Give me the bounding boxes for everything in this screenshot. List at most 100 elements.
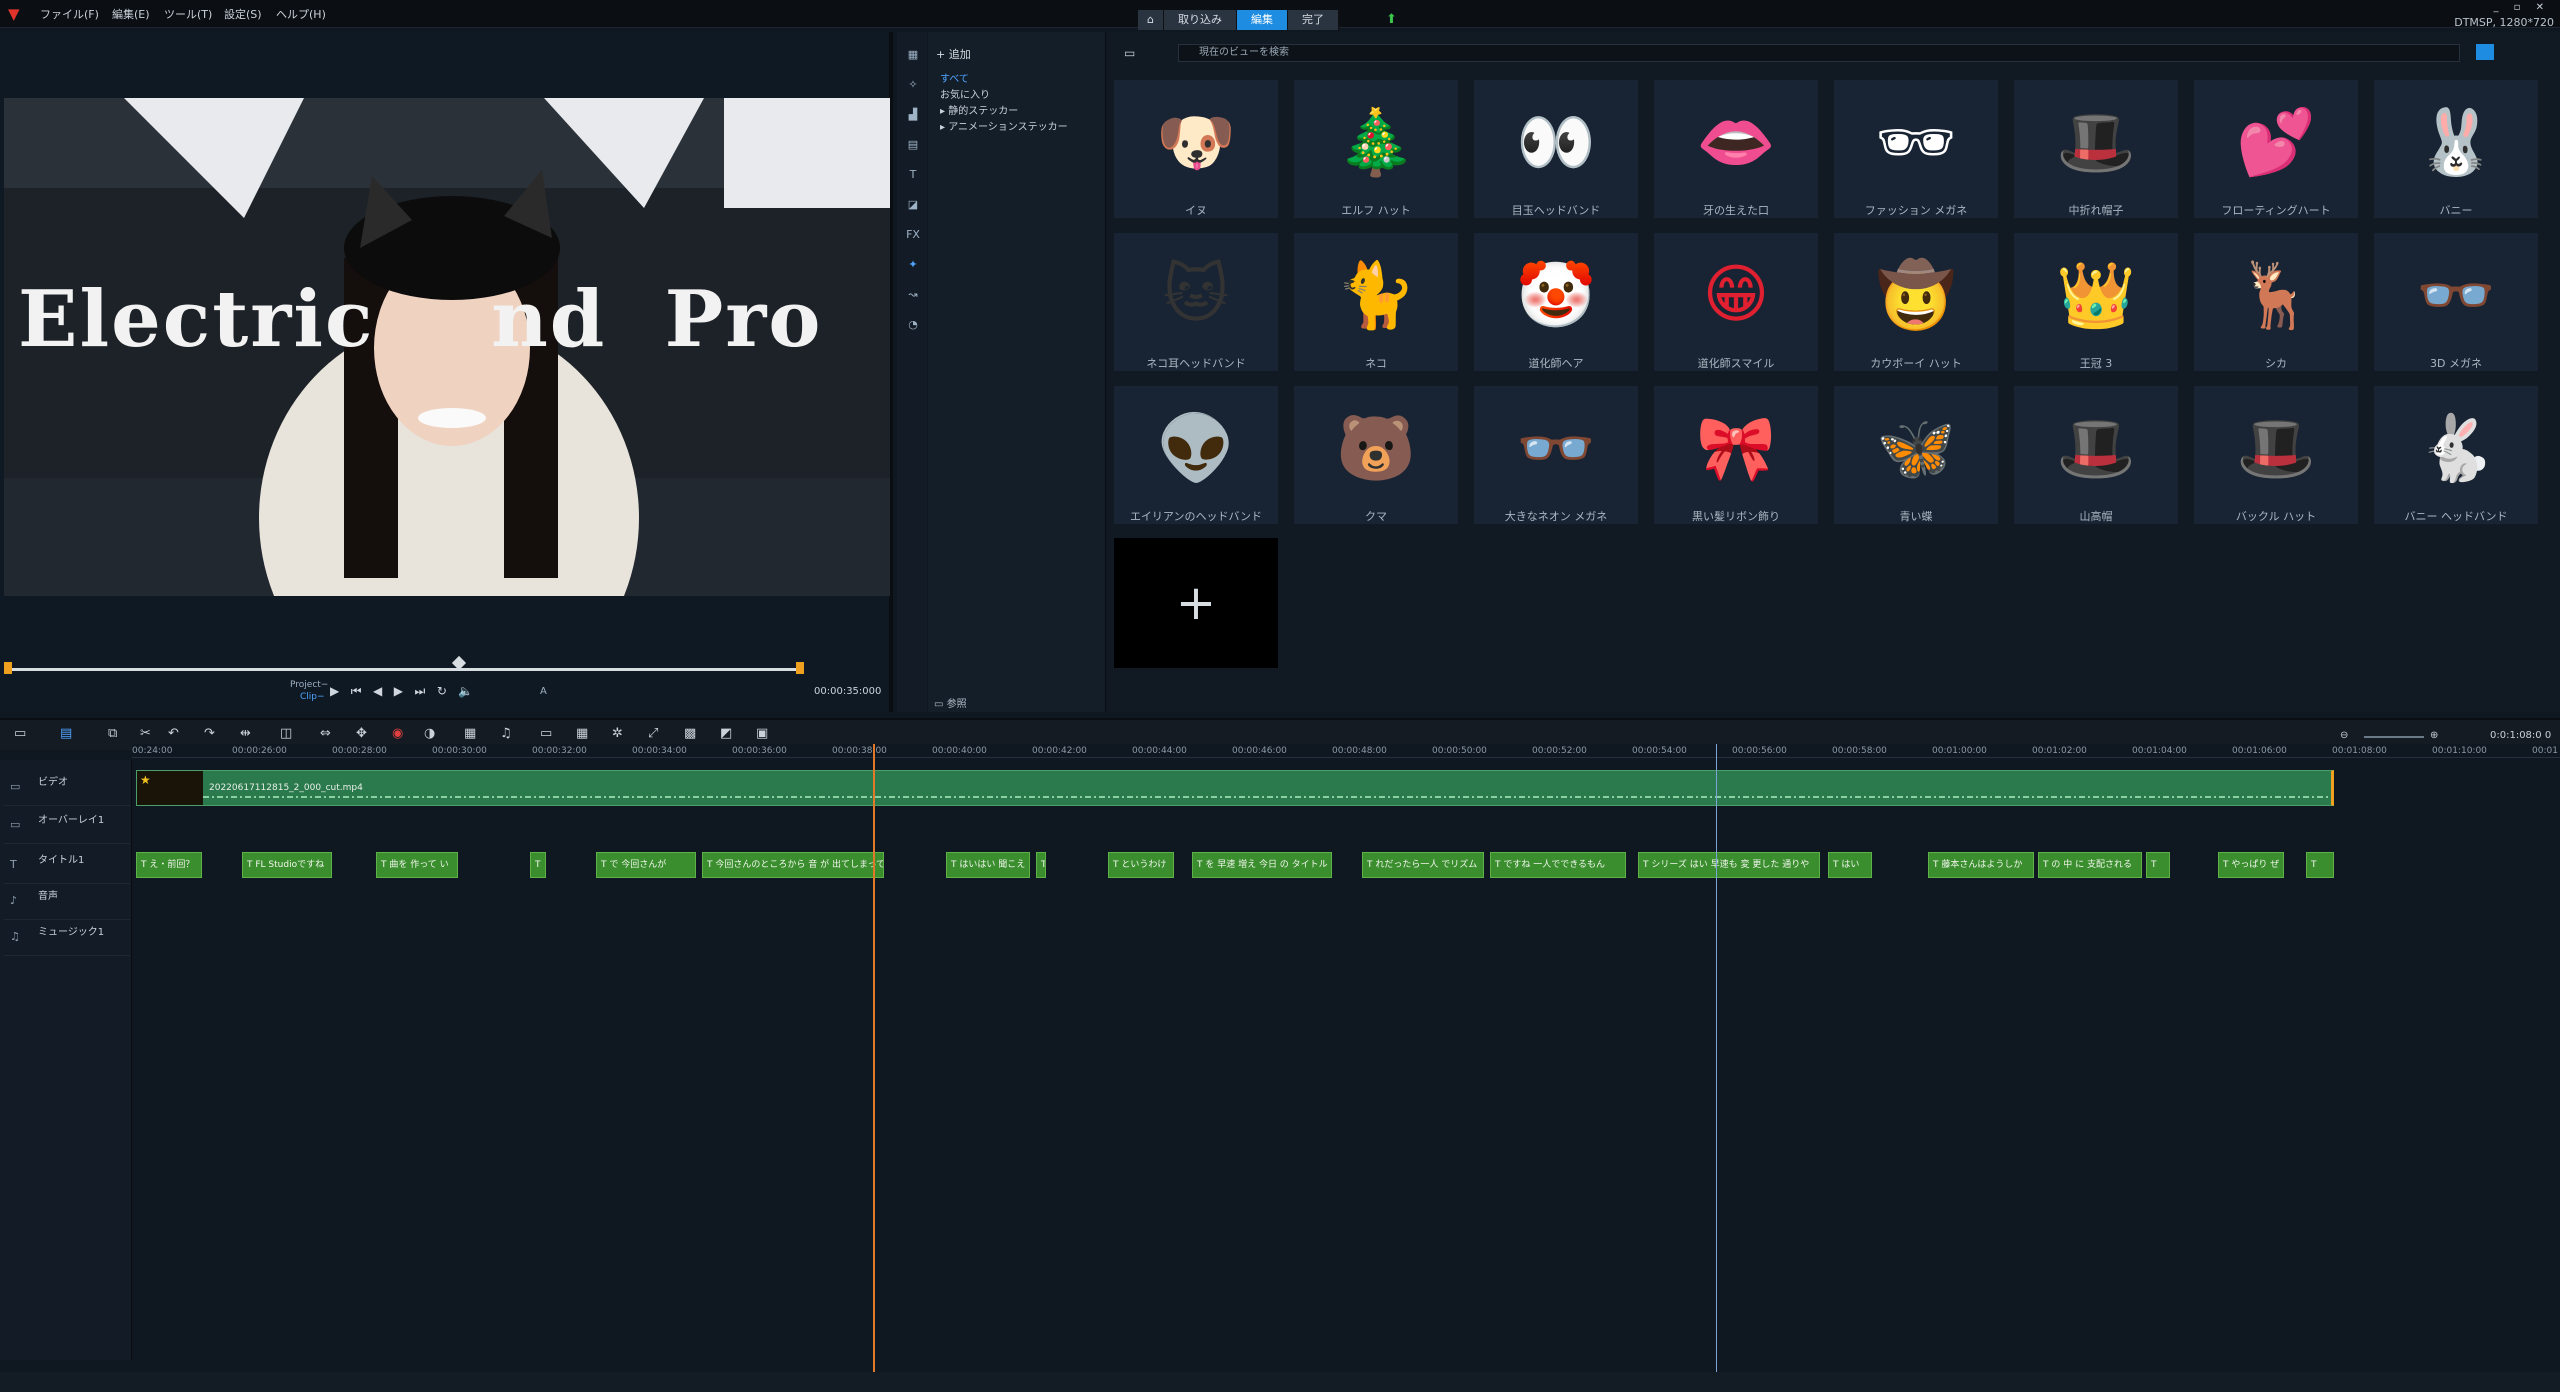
fit-icon[interactable]: ⇔ (320, 726, 331, 741)
sticker-tile[interactable]: 🎩 山高帽 (2014, 386, 2178, 524)
timeline-ruler[interactable]: 00:24:00 00:00:26:00 00:00:28:00 00:00:30:0… (132, 744, 2560, 758)
graphics-icon[interactable]: ◪ (905, 198, 921, 214)
track-header-title[interactable]: T タイトル1 (4, 848, 130, 884)
storyboard-view-icon[interactable]: ▭ (14, 726, 26, 741)
sticker-tile[interactable]: 💕 フローティングハート (2194, 80, 2358, 218)
upload-icon[interactable]: ⬆ (1386, 12, 1397, 27)
window-controls[interactable]: _ ▫ ✕ (2493, 2, 2550, 13)
sticker-tile[interactable]: 🕶 ファッション メガネ (1834, 80, 1998, 218)
add-sticker-tile[interactable]: + (1114, 538, 1278, 668)
browse-button[interactable]: ▭ 参照 (934, 695, 967, 710)
menu-settings[interactable]: 設定(S) (224, 6, 262, 22)
title-clip[interactable]: T 曲を 作って い (376, 852, 458, 878)
title-clip[interactable]: T というわけ (1108, 852, 1174, 878)
title-clip[interactable]: T はいはい 聞こえ (946, 852, 1030, 878)
title-clip[interactable]: T (1036, 852, 1046, 878)
menu-edit[interactable]: 編集(E) (112, 6, 150, 22)
end-icon[interactable]: ⏭ (415, 684, 426, 699)
title-clip[interactable]: T シリーズ はい 早速も 変 更した 通りや (1638, 852, 1820, 878)
sticker-tile[interactable]: 🦋 青い蝶 (1834, 386, 1998, 524)
menu-help[interactable]: ヘルプ(H) (276, 6, 326, 22)
track-header-overlay[interactable]: ▭ オーバーレイ1 (4, 808, 130, 844)
ab-toggle[interactable]: A (540, 686, 547, 697)
sticker-tile[interactable]: 👄 牙の生えた口 (1654, 80, 1818, 218)
preview-scrub-bar[interactable] (6, 668, 802, 671)
home-icon[interactable]: ⌂ (1138, 10, 1164, 30)
sticker-tile[interactable]: 🐈 ネコ (1294, 233, 1458, 371)
title-clip[interactable]: T れだったら一人 でリズム (1362, 852, 1484, 878)
title-clip[interactable]: T の 中 に 支配される (2038, 852, 2142, 878)
record-icon[interactable]: ◉ (392, 726, 403, 741)
chart-icon[interactable]: ◩ (720, 726, 732, 741)
play-icon[interactable]: ▶ (330, 684, 339, 698)
tree-item-favorites[interactable]: お気に入り (940, 86, 990, 101)
menu-file[interactable]: ファイル(F) (40, 6, 99, 22)
title-clip[interactable]: T 藤本さんはようしか (1928, 852, 2034, 878)
timeline-timecode[interactable]: 0:0:1:08:0 0 (2490, 730, 2551, 741)
sticker-icon[interactable]: ✦ (905, 258, 921, 274)
tree-item-animated[interactable]: ▸ アニメーションステッカー (940, 118, 1068, 133)
track-header-voice[interactable]: ♪ 音声 (4, 884, 130, 920)
tree-item-static[interactable]: ▸ 静的ステッカー (940, 102, 1018, 117)
zoom-in-icon[interactable]: ⊕ (2430, 730, 2438, 741)
motion-icon[interactable]: ✥ (356, 726, 367, 741)
folder-icon[interactable]: ▭ (1124, 46, 1135, 60)
next-frame-icon[interactable]: ▶ (394, 684, 403, 698)
tab-edit[interactable]: 編集 (1237, 10, 1288, 30)
text-icon[interactable]: T (905, 168, 921, 184)
prev-frame-icon[interactable]: ◀ (373, 684, 382, 698)
sticker-tile[interactable]: 👓 大きなネオン メガネ (1474, 386, 1638, 524)
zoom-out-icon[interactable]: ⊖ (2340, 730, 2348, 741)
track-header-video[interactable]: ▭ ビデオ (4, 770, 130, 806)
color-icon[interactable]: ▩ (684, 726, 696, 741)
mask-icon[interactable]: ◑ (424, 726, 435, 741)
volume-icon[interactable]: 🔈 (458, 684, 473, 698)
title-clip[interactable]: T FL Studioですね (242, 852, 332, 878)
video-clip[interactable]: ★ 20220617112815_2_000_cut.mp4 (136, 770, 2334, 806)
sticker-tile[interactable]: 🤡 道化師ヘア (1474, 233, 1638, 371)
project-mode-label[interactable]: Project− (290, 680, 328, 690)
transition-icon[interactable]: ▟ (905, 108, 921, 124)
sticker-tile[interactable]: 👀 目玉ヘッドバンド (1474, 80, 1638, 218)
sticker-tile[interactable]: 🐻 クマ (1294, 386, 1458, 524)
playhead[interactable] (873, 744, 875, 1374)
library-search-input[interactable]: 現在のビューを検索 (1178, 44, 2460, 62)
speed-icon[interactable]: ◔ (905, 318, 921, 334)
home-start-icon[interactable]: ⏮ (351, 684, 362, 699)
export-icon[interactable]: ▣ (756, 726, 768, 741)
split-icon[interactable]: ⇹ (240, 726, 251, 741)
mark-in-handle[interactable] (4, 662, 12, 674)
title-icon-strip[interactable]: ▤ (905, 138, 921, 154)
grid-icon[interactable]: ▦ (576, 726, 588, 741)
title-clip[interactable]: T え・前回？ (136, 852, 202, 878)
title-clip[interactable]: T やっぱり ぜ (2218, 852, 2284, 878)
subtitle-icon[interactable]: ▭ (540, 726, 552, 741)
sticker-tile[interactable]: 🐱 ネコ耳ヘッドバンド (1114, 233, 1278, 371)
tree-item-all[interactable]: すべて (940, 70, 969, 85)
fx-icon[interactable]: FX (905, 228, 921, 244)
sticker-tile[interactable]: 😁 道化師スマイル (1654, 233, 1818, 371)
sticker-tile[interactable]: 🎩 中折れ帽子 (2014, 80, 2178, 218)
redo-icon[interactable]: ↷ (204, 726, 215, 741)
title-clip[interactable]: T (2306, 852, 2334, 878)
stretch-icon[interactable]: ✲ (612, 726, 623, 741)
sticker-tile[interactable]: 🎀 黒い髪リボン飾り (1654, 386, 1818, 524)
path-icon[interactable]: ↝ (905, 288, 921, 304)
repeat-icon[interactable]: ↻ (437, 684, 447, 698)
menu-tools[interactable]: ツール(T) (164, 6, 212, 22)
timeline-marker[interactable] (1716, 744, 1717, 1374)
cut-icon[interactable]: ✂ (140, 726, 151, 741)
sticker-tile[interactable]: 👓 3D メガネ (2374, 233, 2538, 371)
mark-out-handle[interactable] (796, 662, 804, 674)
title-clip[interactable]: T を 早速 増え 今日 の タイトル (1192, 852, 1332, 878)
crop-icon[interactable]: ◫ (280, 726, 292, 741)
sticker-tile[interactable]: 🎄 エルフ ハット (1294, 80, 1458, 218)
track-header-music[interactable]: ♫ ミュージック1 (4, 920, 130, 956)
title-clip[interactable]: T 今回さんのところから 音 が 出てしまって (702, 852, 884, 878)
title-clip[interactable]: T はい (1828, 852, 1872, 878)
media-icon[interactable]: ▦ (905, 48, 921, 64)
library-add-button[interactable]: + 追加 (936, 46, 971, 62)
sticker-tile[interactable]: 🦌 シカ (2194, 233, 2358, 371)
fullscreen-icon[interactable]: ⤢ (648, 726, 658, 741)
title-clip[interactable]: T (2146, 852, 2170, 878)
